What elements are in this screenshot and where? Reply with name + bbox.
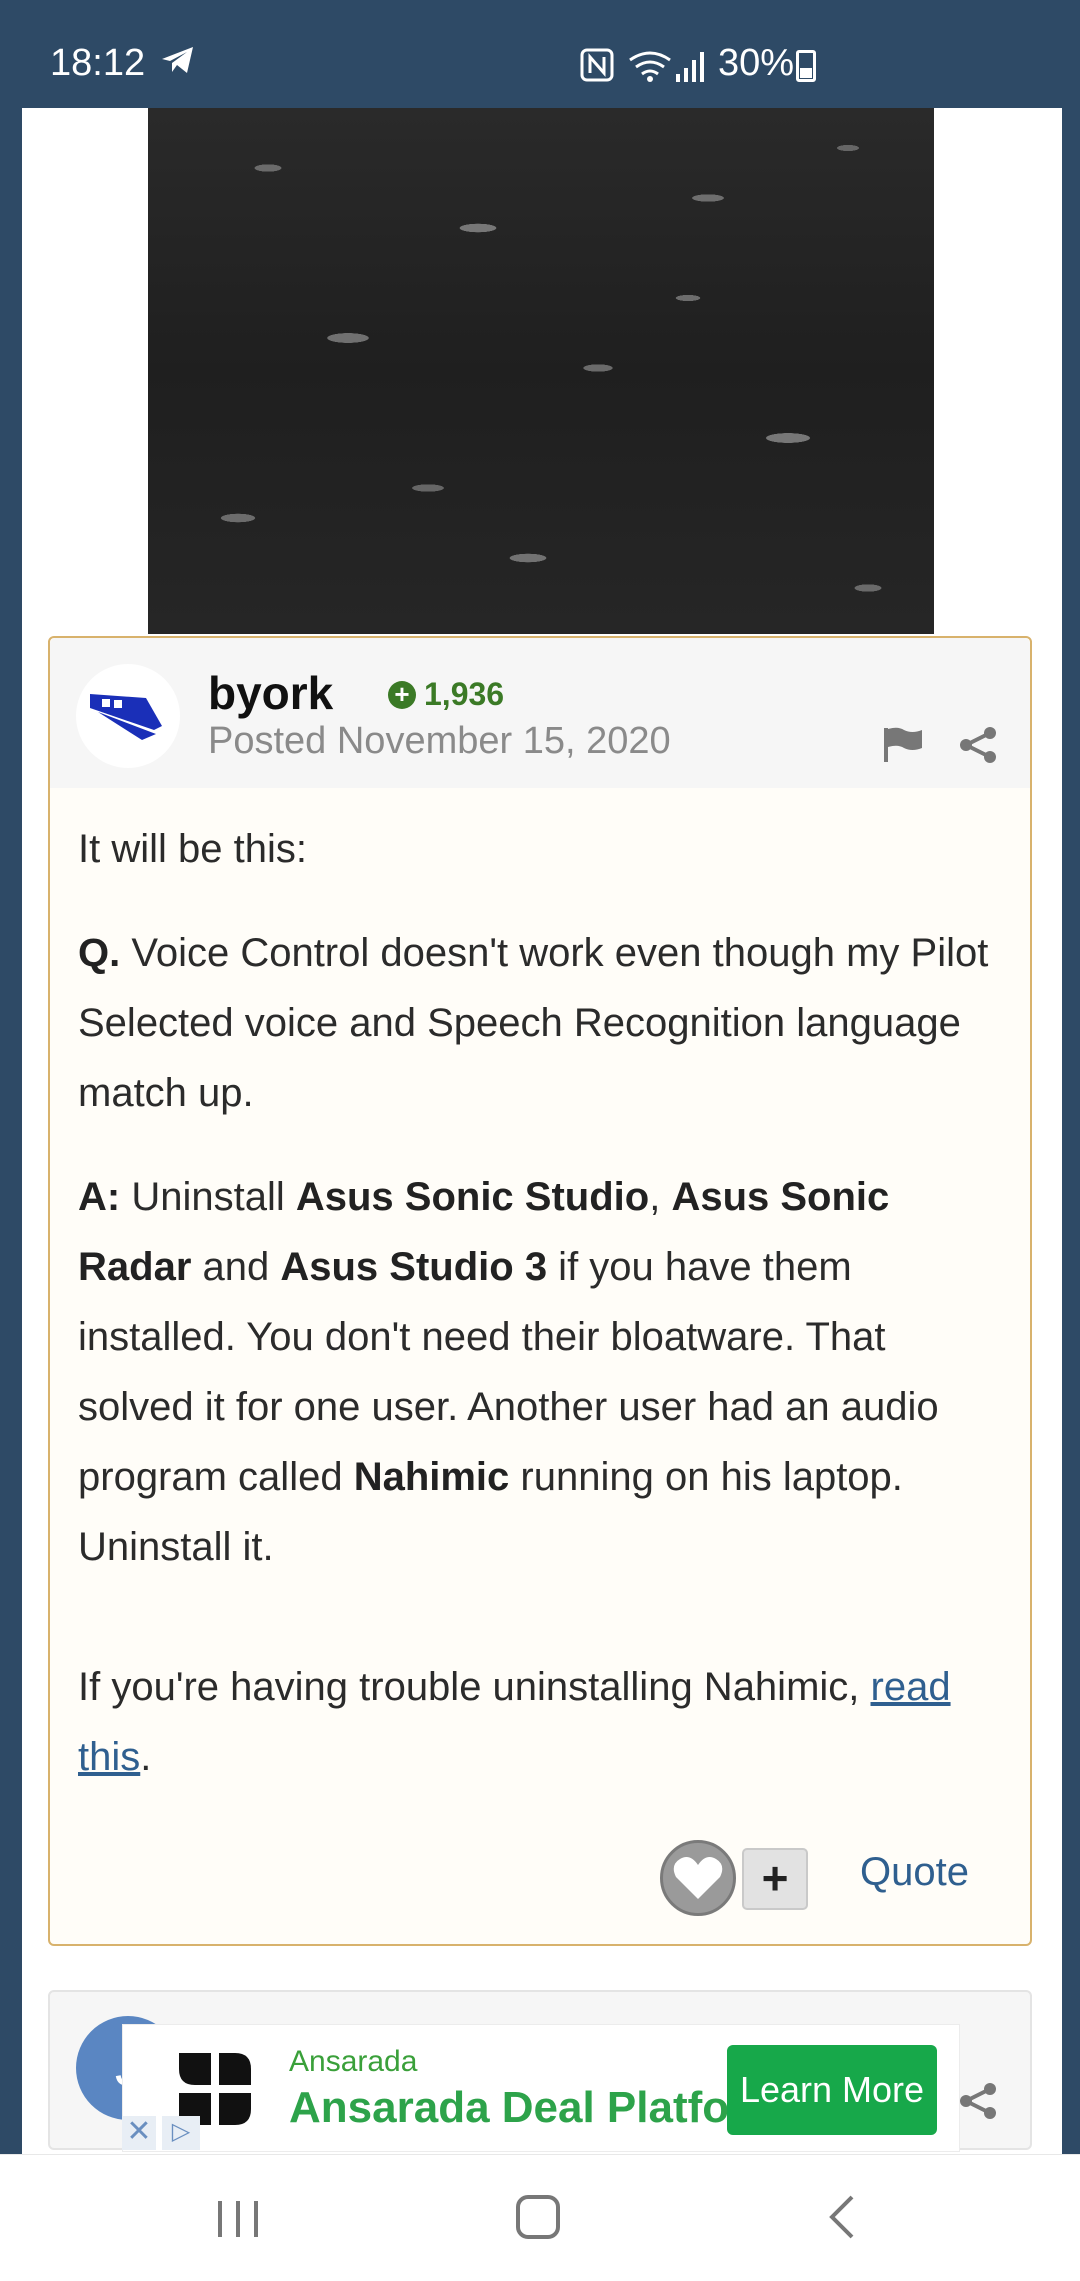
ad-brand: Ansarada	[289, 2045, 418, 2078]
status-time: 18:12	[50, 42, 146, 84]
reputation-count: 1,936	[424, 676, 505, 712]
post-intro: It will be this:	[78, 827, 307, 871]
answer-bold: Asus Studio 3	[280, 1245, 548, 1289]
status-bar: 18:12 30%	[0, 0, 1080, 108]
plus-circle-icon: +	[388, 680, 416, 709]
ad-banner[interactable]: Ansarada Ansarada Deal Platform Learn Mo…	[122, 2024, 960, 2152]
answer-label: A:	[78, 1175, 121, 1219]
flag-icon[interactable]	[882, 726, 924, 767]
question-text: Voice Control doesn't work even though m…	[78, 931, 989, 1115]
share-icon[interactable]	[958, 726, 998, 769]
avatar[interactable]	[76, 664, 180, 768]
wifi-icon	[628, 50, 672, 87]
answer-bold: Asus Sonic Studio	[295, 1175, 650, 1219]
recent-apps-icon[interactable]	[216, 2199, 260, 2244]
telegram-icon	[160, 44, 196, 81]
post-question: Q. Voice Control doesn't work even thoug…	[78, 918, 1008, 1128]
battery-percent: 30%	[718, 42, 795, 84]
signal-icon	[676, 50, 706, 87]
username[interactable]: byork	[208, 666, 333, 720]
answer-bold: Nahimic	[353, 1455, 510, 1499]
ad-close-icon[interactable]: ✕	[122, 2116, 156, 2150]
back-icon[interactable]	[826, 2195, 856, 2244]
answer-text: Uninstall	[120, 1175, 296, 1219]
question-label: Q.	[78, 931, 121, 975]
system-nav-bar	[0, 2154, 1080, 2281]
battery-icon	[796, 50, 816, 82]
trouble-period: .	[140, 1735, 152, 1779]
post-date[interactable]: Posted November 15, 2020	[208, 720, 671, 763]
answer-text: and	[191, 1245, 281, 1289]
heart-icon	[673, 1857, 723, 1899]
nfc-icon	[580, 48, 614, 87]
post-body: It will be this: Q. Voice Control doesn'…	[78, 814, 1008, 1826]
post-header: byork + 1,936 Posted November 15, 2020	[50, 638, 1030, 788]
trouble-text: If you're having trouble uninstalling Na…	[78, 1665, 871, 1709]
quote-button[interactable]: Quote	[860, 1850, 969, 1895]
home-icon[interactable]	[516, 2195, 560, 2239]
ad-title: Ansarada Deal Platform	[289, 2083, 749, 2132]
post-image[interactable]	[148, 108, 934, 634]
ad-choices-icon[interactable]: ▷	[162, 2116, 200, 2150]
post-answer: A: Uninstall Asus Sonic Studio, Asus Son…	[78, 1162, 1008, 1582]
post-trouble: If you're having trouble uninstalling Na…	[78, 1652, 1008, 1792]
like-button[interactable]	[660, 1840, 736, 1916]
forum-post: byork + 1,936 Posted November 15, 2020 I…	[48, 636, 1032, 1946]
more-reactions-button[interactable]: +	[742, 1848, 808, 1910]
share-icon[interactable]	[958, 2082, 998, 2125]
answer-text: ,	[649, 1175, 672, 1219]
learn-more-button[interactable]: Learn More	[727, 2045, 937, 2135]
reputation-badge: + 1,936	[388, 676, 504, 713]
